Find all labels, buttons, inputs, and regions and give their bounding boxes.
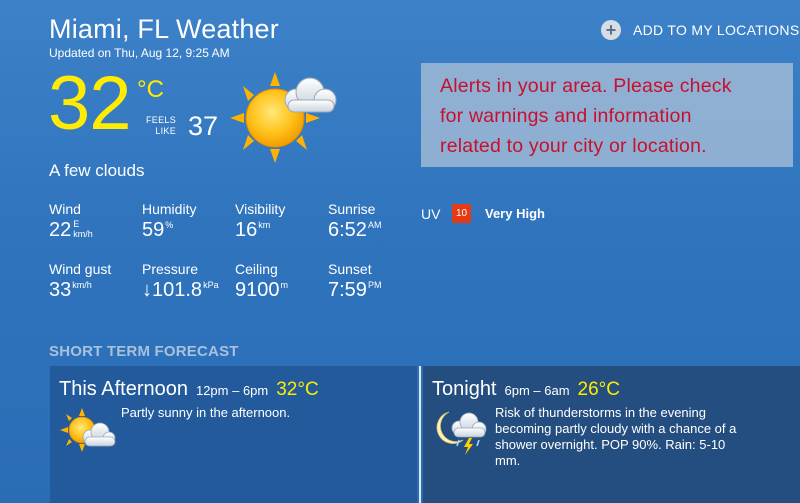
stat-visibility-value: 16 <box>235 219 258 241</box>
forecast-description-line: mm. <box>495 453 521 468</box>
alert-line-2: for warnings and information <box>440 105 692 127</box>
forecast-description-line: Risk of thunderstorms in the evening <box>495 405 706 420</box>
forecast-description-line: shower overnight. POP 90%. Rain: 5-10 <box>495 437 726 452</box>
forecast-panel-afternoon[interactable]: This Afternoon 12pm – 6pm 32°C Partly sunn… <box>50 366 417 503</box>
stat-wind-value: 22 <box>49 219 72 241</box>
stat-visibility: Visibility 16km <box>235 201 285 242</box>
forecast-period-name: Tonight <box>432 378 497 400</box>
forecast-description-line: Partly sunny in the afternoon. <box>121 405 291 420</box>
forecast-divider <box>419 366 421 503</box>
stat-humidity-value: 59 <box>142 219 165 241</box>
plus-icon: + <box>601 20 621 40</box>
stat-wind-unit: km/h <box>73 229 93 239</box>
stat-sunset: Sunset 7:59PM <box>328 261 381 302</box>
short-term-forecast-heading: SHORT TERM FORECAST <box>49 343 239 360</box>
stat-sunrise-unit: AM <box>367 220 382 230</box>
current-temperature: 32 <box>48 61 132 146</box>
forecast-period-time: 6pm – 6am <box>504 383 570 398</box>
stat-pressure-unit: kPa <box>203 280 219 290</box>
stat-ceiling-value: 9100 <box>235 279 280 301</box>
uv-level: Very High <box>485 206 545 221</box>
current-condition: A few clouds <box>49 161 145 180</box>
temperature-unit: °C <box>137 76 164 103</box>
moon-thunderstorm-icon <box>436 411 487 455</box>
stat-wind-gust: Wind gust 33km/h <box>49 261 111 302</box>
stat-humidity-unit: % <box>165 220 174 230</box>
stat-ceiling-unit: m <box>280 280 289 290</box>
stat-humidity-label: Humidity <box>142 201 197 217</box>
stat-wind-direction: E <box>73 219 80 229</box>
forecast-panel-tonight[interactable]: Tonight 6pm – 6am 26°C Risk of thunderstor… <box>423 366 800 503</box>
stat-sunset-unit: PM <box>367 280 382 290</box>
forecast-description-line: becoming partly cloudy with a chance of … <box>495 421 737 436</box>
partly-sunny-icon <box>230 72 337 163</box>
forecast-period-temp: 32°C <box>276 379 319 400</box>
stat-visibility-label: Visibility <box>235 201 286 217</box>
feels-like-label-line1: FEELS <box>145 115 176 125</box>
alert-line-3: related to your city or location. <box>440 135 707 157</box>
forecast-period-temp: 26°C <box>577 379 620 400</box>
stat-wind-label: Wind <box>49 201 81 217</box>
stat-pressure-label: Pressure <box>142 261 199 277</box>
feels-like-label: FEELS LIKE <box>143 115 176 137</box>
stat-sunset-label: Sunset <box>328 261 372 277</box>
feels-like-label-line2: LIKE <box>155 126 176 136</box>
forecast-period-name: This Afternoon <box>59 378 188 400</box>
stat-sunset-value: 7:59 <box>328 279 367 301</box>
stat-humidity: Humidity 59% <box>142 201 196 242</box>
page-title: Miami, FL Weather <box>49 14 279 44</box>
partly-sunny-icon <box>60 408 116 452</box>
feels-like-value: 37 <box>188 111 219 141</box>
uv-index-badge: 10 <box>452 204 471 223</box>
stat-pressure: Pressure ↓101.8kPa <box>142 261 219 302</box>
alert-line-1: Alerts in your area. Please check <box>440 75 732 97</box>
stat-wind-gust-unit: km/h <box>72 280 92 290</box>
stat-sunrise-label: Sunrise <box>328 201 376 217</box>
updated-timestamp: Updated on Thu, Aug 12, 9:25 AM <box>49 46 230 60</box>
stat-wind-gust-label: Wind gust <box>49 261 112 277</box>
stat-sunrise: Sunrise 6:52AM <box>328 201 381 242</box>
add-to-my-locations-button[interactable]: + ADD TO MY LOCATIONS <box>601 20 799 40</box>
stat-visibility-unit: km <box>258 220 271 230</box>
stat-wind: Wind 22 Ekm/h <box>49 201 93 242</box>
add-to-my-locations-label: ADD TO MY LOCATIONS <box>633 22 800 38</box>
stat-ceiling-label: Ceiling <box>235 261 278 277</box>
uv-label: UV <box>421 206 441 222</box>
stat-pressure-value: ↓101.8 <box>142 279 203 301</box>
stat-sunrise-value: 6:52 <box>328 219 367 241</box>
alert-banner[interactable]: Alerts in your area. Please check for wa… <box>421 63 793 167</box>
forecast-period-time: 12pm – 6pm <box>195 383 269 398</box>
stat-wind-gust-value: 33 <box>49 279 72 301</box>
stat-ceiling: Ceiling 9100m <box>235 261 288 302</box>
